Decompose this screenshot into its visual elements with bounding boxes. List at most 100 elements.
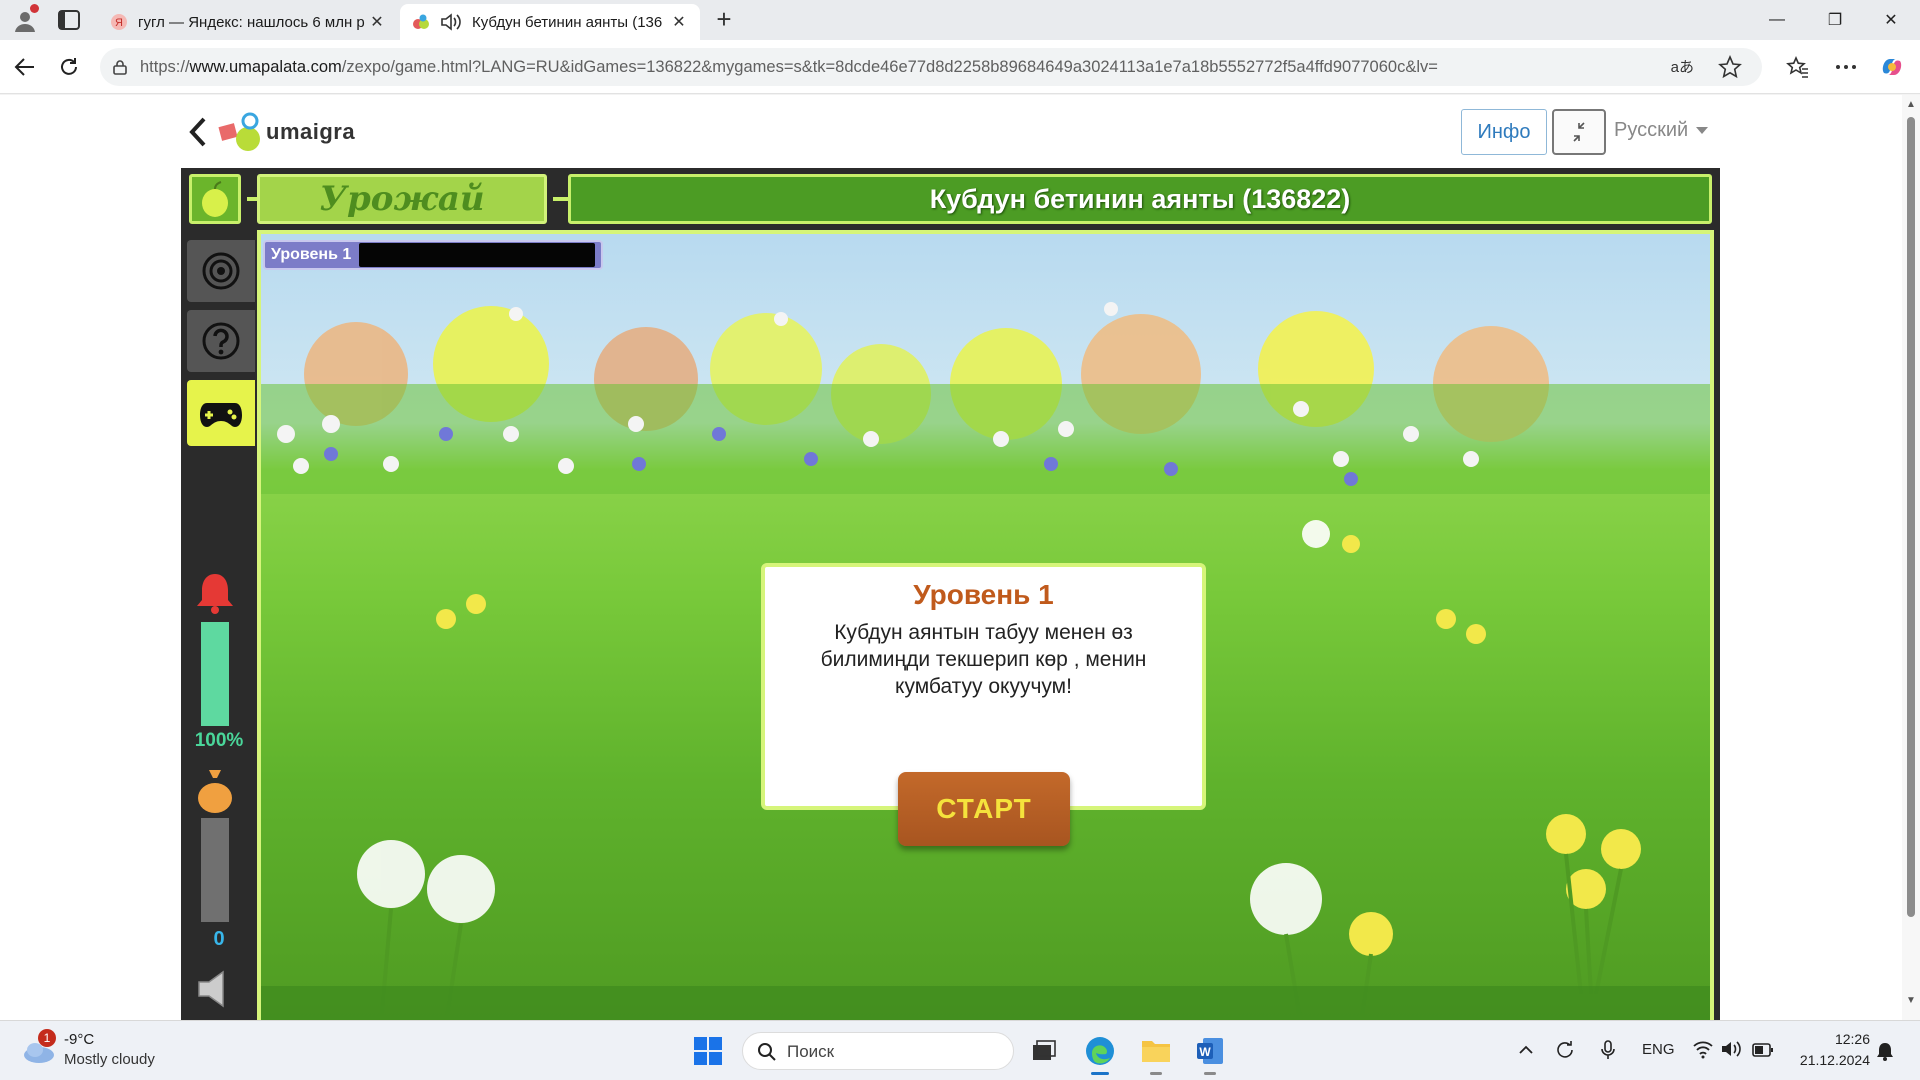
page-scrollbar[interactable]: ▲ ▼ <box>1902 95 1920 1020</box>
new-tab-button[interactable]: + <box>710 6 738 34</box>
active-indicator <box>1091 1072 1109 1075</box>
edge-taskbar-button[interactable] <box>1080 1031 1120 1075</box>
running-indicator <box>1150 1072 1162 1075</box>
language-label: Русский <box>1614 119 1689 141</box>
windows-start-icon[interactable] <box>692 1035 724 1067</box>
gamepad-icon <box>200 403 242 427</box>
notification-bell-icon[interactable] <box>1876 1041 1894 1061</box>
tab-label: гугл — Яндекс: нашлось 6 млн р <box>138 13 365 31</box>
folder-icon <box>1142 1041 1170 1062</box>
question-icon <box>202 322 240 360</box>
temperature-text[interactable]: -9°C <box>64 1031 94 1048</box>
category-title: Урожай <box>257 174 547 224</box>
url-text[interactable]: https://www.umapalata.com/zexpo/game.htm… <box>140 58 1660 77</box>
start-button[interactable]: СТАРТ <box>898 772 1070 846</box>
apple-badge <box>189 174 241 224</box>
minimize-button[interactable]: — <box>1748 0 1806 40</box>
reload-icon <box>61 58 77 75</box>
file-explorer-button[interactable] <box>1136 1031 1176 1075</box>
collapse-icon <box>1573 122 1585 142</box>
tab-actions-icon[interactable] <box>58 10 80 30</box>
weather-badge: 1 <box>38 1029 56 1047</box>
target-icon <box>202 252 240 290</box>
dialog-message: Кубдун аянтын табуу менен өз билимиңди т… <box>820 621 1147 698</box>
sync-icon[interactable] <box>1554 1039 1576 1061</box>
profile-notification-dot <box>30 4 39 13</box>
site-info-icon[interactable] <box>112 59 128 75</box>
tab-label: Кубдун бетинин аянты (136 <box>472 13 663 31</box>
task-view-icon <box>1033 1040 1056 1060</box>
copilot-icon[interactable] <box>1878 53 1906 81</box>
address-bar[interactable]: https://www.umapalata.com/zexpo/game.htm… <box>100 48 1762 86</box>
svg-text:W: W <box>1199 1045 1211 1059</box>
weather-condition-text[interactable]: Mostly cloudy <box>64 1051 155 1068</box>
umaigra-logo-icon[interactable] <box>218 111 266 153</box>
volume-icon[interactable] <box>1720 1039 1742 1059</box>
restore-button[interactable]: ❐ <box>1806 0 1864 40</box>
clock-date[interactable]: 21.12.2024 <box>1790 1052 1870 1068</box>
dialog-title: Уровень 1 <box>913 579 1054 610</box>
favorites-icon[interactable] <box>1784 53 1812 81</box>
game-title: Кубдун бетинин аянты (136822) <box>568 174 1712 224</box>
tab-yandex[interactable]: Я гугл — Яндекс: нашлось 6 млн р ✕ <box>98 4 398 40</box>
site-header: umaigra Инфо Русский <box>0 95 1900 167</box>
life-meter <box>201 622 229 726</box>
language-select[interactable]: Русский <box>1614 119 1709 142</box>
exit-fullscreen-button[interactable] <box>1552 109 1606 155</box>
browser-tab-strip: Я гугл — Яндекс: нашлось 6 млн р ✕ Кубду… <box>0 0 1920 40</box>
yandex-favicon-icon: Я <box>111 14 127 30</box>
bell-icon <box>197 574 233 614</box>
running-indicator <box>1204 1072 1216 1075</box>
umaigra-favicon-icon <box>413 14 429 29</box>
arrow-left-icon <box>14 58 34 76</box>
title-connector <box>247 197 257 201</box>
svg-text:Я: Я <box>115 17 123 29</box>
scroll-thumb[interactable] <box>1907 117 1915 917</box>
speaker-icon[interactable] <box>440 13 462 31</box>
battery-icon[interactable] <box>1752 1043 1774 1057</box>
input-language-indicator[interactable]: ENG <box>1642 1041 1675 1058</box>
target-button[interactable] <box>187 240 255 302</box>
read-aloud-icon[interactable]: aあ <box>1671 56 1694 77</box>
logo-text[interactable]: umaigra <box>266 119 355 145</box>
sound-icon[interactable] <box>195 968 237 1010</box>
tab-close-icon[interactable]: ✕ <box>366 12 388 32</box>
score-meter <box>201 818 229 922</box>
favorite-star-icon[interactable] <box>1718 55 1742 79</box>
money-bag-icon <box>198 770 232 813</box>
tab-close-icon[interactable]: ✕ <box>668 12 690 32</box>
info-button[interactable]: Инфо <box>1461 109 1547 155</box>
clock-time[interactable]: 12:26 <box>1812 1031 1870 1047</box>
word-taskbar-button[interactable]: W <box>1190 1031 1230 1075</box>
search-placeholder: Поиск <box>787 1042 835 1061</box>
word-icon: W <box>1197 1038 1223 1064</box>
back-button[interactable] <box>10 52 40 82</box>
life-percent-text: 100% <box>194 730 244 751</box>
level-progress: Уровень 1 <box>263 240 603 270</box>
scroll-down-icon[interactable]: ▼ <box>1905 995 1917 1007</box>
task-view-button[interactable] <box>1024 1031 1064 1071</box>
settings-menu-icon[interactable] <box>1832 53 1860 81</box>
edge-icon <box>1086 1037 1114 1065</box>
close-window-button[interactable]: ✕ <box>1862 0 1920 40</box>
scroll-up-icon[interactable]: ▲ <box>1905 99 1917 111</box>
level-label: Уровень 1 <box>271 246 352 263</box>
tab-game[interactable]: Кубдун бетинин аянты (136 ✕ <box>400 4 700 40</box>
url-path: /zexpo/game.html?LANG=RU&idGames=136822&… <box>341 58 1438 76</box>
title-connector <box>553 197 568 201</box>
score-text: 0 <box>213 928 225 950</box>
microphone-icon[interactable] <box>1600 1039 1616 1061</box>
level-progress-bar <box>359 243 595 267</box>
chevron-left-icon[interactable] <box>186 115 210 149</box>
help-button[interactable] <box>187 310 255 372</box>
search-icon <box>758 1043 776 1061</box>
apple-icon <box>202 181 228 217</box>
play-mode-button[interactable] <box>187 380 255 446</box>
url-host: www.umapalata.com <box>189 58 342 76</box>
wifi-icon[interactable] <box>1692 1039 1714 1059</box>
reload-button[interactable] <box>54 52 84 82</box>
taskbar-search[interactable]: Поиск <box>742 1032 1014 1070</box>
windows-taskbar: 1 -9°C Mostly cloudy Поиск W ENG 12:26 2… <box>0 1020 1920 1080</box>
chevron-up-icon[interactable] <box>1518 1043 1534 1057</box>
browser-toolbar: https://www.umapalata.com/zexpo/game.htm… <box>0 40 1920 94</box>
